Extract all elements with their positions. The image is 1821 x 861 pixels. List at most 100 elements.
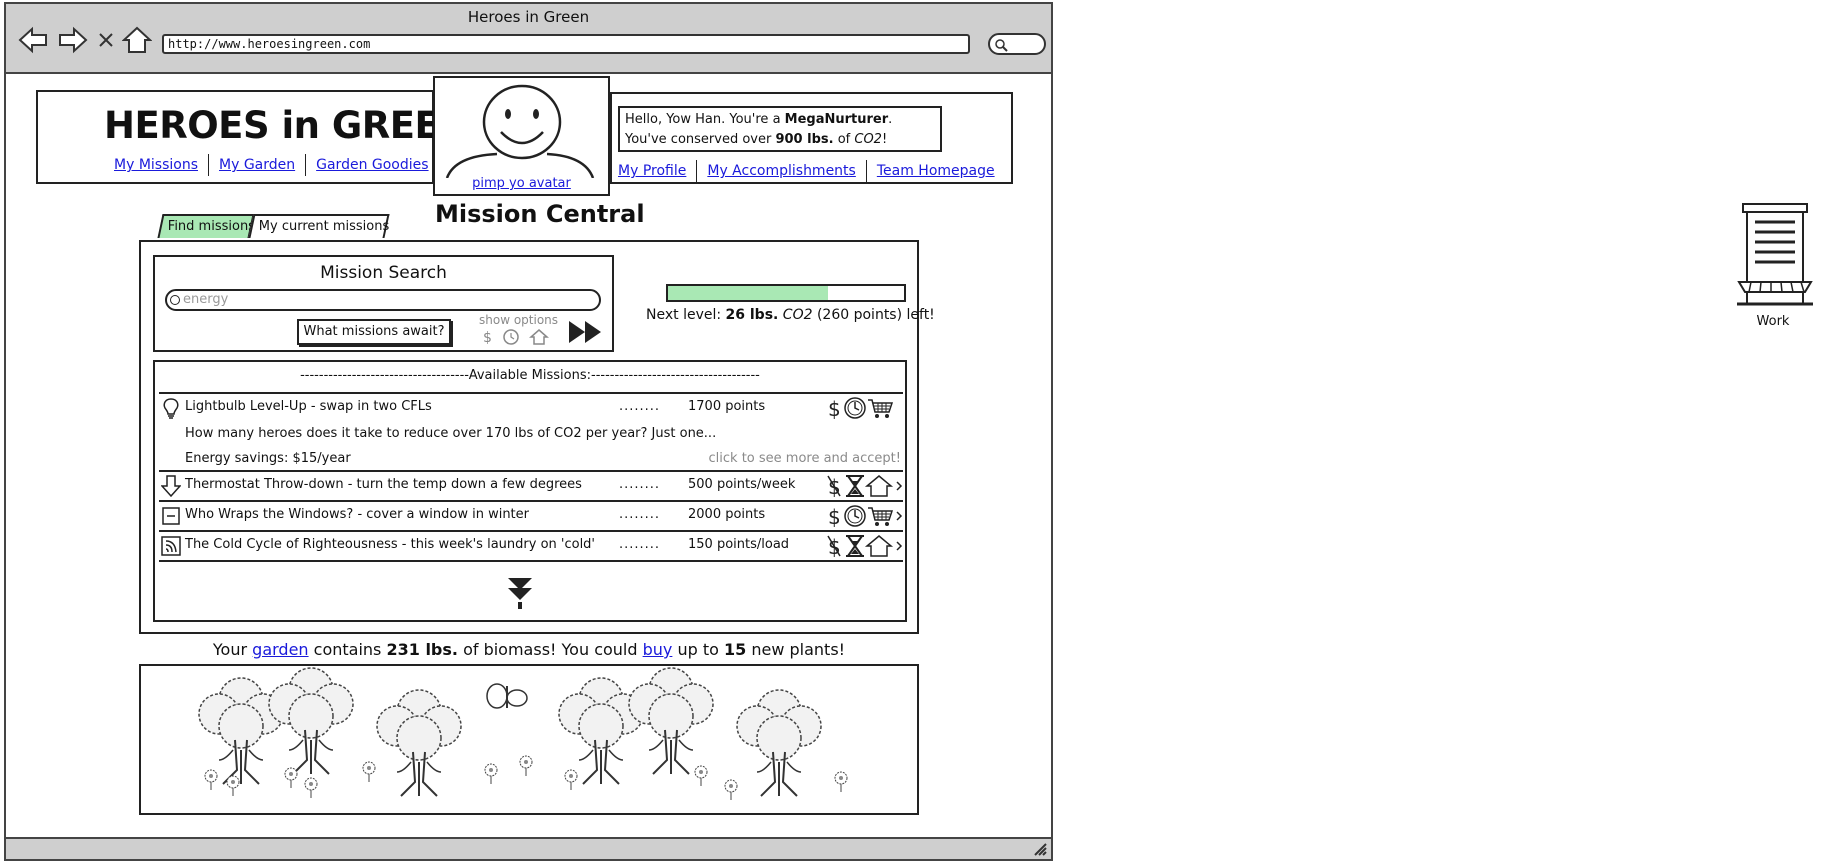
forward-arrow-icon[interactable] [58, 26, 88, 54]
tree-icon [376, 689, 462, 797]
browser-search-box[interactable] [988, 33, 1046, 55]
buy-link[interactable]: buy [643, 640, 673, 659]
mission-row[interactable]: Who Wraps the Windows? - cover a window … [159, 502, 903, 532]
resize-grip-icon[interactable] [1033, 842, 1047, 856]
site-title: HEROES in GREEN! [104, 104, 487, 147]
avatar[interactable]: pimp yo avatar [433, 76, 610, 196]
home-icon[interactable] [122, 26, 152, 54]
mission-search-input[interactable]: energy [165, 289, 601, 311]
tab-current-missions[interactable]: My current missions [248, 214, 390, 238]
conserved-amount: 900 lbs. [775, 132, 834, 147]
nav-team-homepage[interactable]: Team Homepage [877, 163, 995, 179]
garden-plants-count: 15 [724, 640, 747, 659]
mission-central-title: Mission Central [435, 200, 645, 228]
next-level-text: Next level: 26 lbs. CO2 (260 points) lef… [646, 307, 935, 323]
garden-link[interactable]: garden [252, 640, 308, 659]
flower-icon [304, 777, 318, 799]
show-options-toggle[interactable]: show options $ [479, 313, 559, 349]
garden-illustration [198, 667, 848, 801]
greeting-hello: Hello, Yow Han. You're a [625, 112, 785, 127]
mission-title: Who Wraps the Windows? - cover a window … [185, 507, 529, 522]
mission-row[interactable]: Thermostat Throw-down - turn the temp do… [159, 472, 903, 502]
mission-points: 2000 points [688, 507, 766, 522]
search-placeholder: energy [183, 292, 229, 307]
money-icon: $ [828, 505, 841, 528]
mission-dots: ........ [619, 399, 661, 414]
greeting-box: Hello, Yow Han. You're a MegaNurturer. Y… [618, 106, 942, 152]
chevron-right-icon [896, 541, 903, 551]
mission-title: The Cold Cycle of Righteousness - this w… [185, 537, 596, 552]
fast-forward-icon[interactable] [567, 319, 605, 345]
tree-icon [198, 677, 284, 785]
mission-dots: ........ [619, 507, 661, 522]
nav-my-profile[interactable]: My Profile [618, 163, 686, 179]
available-missions: ------------------------------------Avai… [153, 360, 907, 622]
window-icon [162, 507, 180, 525]
next-level-amount: 26 lbs. [725, 307, 779, 323]
site-header-left: HEROES in GREEN! My Missions My Garden Gar… [36, 90, 487, 184]
flower-icon [724, 779, 738, 801]
conserved-mid: of [833, 132, 855, 147]
avatar-face-icon [445, 84, 595, 178]
mission-search-box: Mission Search energy What missions awai… [153, 255, 614, 352]
profile-nav: My Profile My Accomplishments Team Homepag… [618, 160, 995, 182]
url-bar[interactable]: http://www.heroesingreen.com [162, 34, 970, 54]
mission-points: 150 points/load [688, 537, 790, 552]
mission-row[interactable]: The Cold Cycle of Righteousness - this w… [159, 532, 903, 562]
garden-text-4: up to [672, 640, 724, 659]
garden-biomass: 231 lbs. [386, 640, 458, 659]
tab-find-missions-label: Find missions [167, 219, 255, 234]
show-more-icon[interactable] [505, 576, 535, 610]
greeting-punct: . [888, 112, 893, 127]
nav-my-garden[interactable]: My Garden [219, 157, 295, 173]
mission-search-title: Mission Search [320, 263, 447, 283]
garden-text-5: new plants! [746, 640, 846, 659]
tree-icon [268, 667, 354, 775]
mission-description: How many heroes does it take to reduce o… [185, 426, 717, 441]
browser-titlebar: Heroes in Green http://www.heroesingreen… [6, 4, 1051, 74]
flower-icon [694, 765, 708, 787]
garden-summary: Your garden contains 231 lbs. of biomass… [139, 640, 919, 659]
back-arrow-icon[interactable] [18, 26, 48, 54]
garden-text-2: contains [308, 640, 387, 659]
chevron-right-icon [896, 481, 903, 491]
nav-garden-goodies[interactable]: Garden Goodies [316, 157, 428, 173]
mission-title: Thermostat Throw-down - turn the temp do… [185, 477, 582, 492]
work-building-icon[interactable] [1733, 200, 1813, 308]
home-icon [864, 535, 894, 557]
stop-icon[interactable] [96, 26, 116, 54]
conserved-unit: CO2 [854, 132, 882, 147]
pimp-avatar-link[interactable]: pimp yo avatar [435, 176, 608, 191]
laundry-icon [161, 536, 181, 556]
garden-text-1: Your [212, 640, 253, 659]
user-rank: MegaNurturer [784, 112, 889, 127]
home-icon [864, 475, 894, 497]
conserved-end: ! [881, 132, 888, 147]
window-title: Heroes in Green [467, 8, 590, 26]
level-progress-fill [668, 286, 829, 300]
search-submit-button[interactable]: What missions await? [297, 319, 451, 345]
tab-find-missions[interactable]: Find missions [157, 214, 255, 238]
mission-tags: $ [828, 397, 894, 420]
nav-my-accomplishments[interactable]: My Accomplishments [707, 163, 855, 179]
garden-text-3: of biomass! You could [457, 640, 643, 659]
next-level-unit: CO2 [778, 307, 813, 323]
work-label: Work [1756, 314, 1790, 329]
tab-current-missions-label: My current missions [258, 219, 390, 234]
mission-points: 1700 points [688, 399, 766, 414]
mission-dots: ........ [619, 477, 661, 492]
status-bar [6, 837, 1051, 859]
flower-icon [362, 761, 376, 783]
main-nav: My Missions My Garden Garden Goodies [114, 154, 429, 176]
next-level-suffix: (260 points) left! [812, 307, 935, 323]
site-header-right: Hello, Yow Han. You're a MegaNurturer. Y… [610, 92, 1013, 184]
flower-icon [564, 769, 578, 791]
nav-my-missions[interactable]: My Missions [114, 157, 198, 173]
mission-accept-link[interactable]: click to see more and accept! [709, 451, 901, 466]
mission-tags: $ [828, 505, 903, 528]
garden-view[interactable] [139, 664, 919, 815]
next-level-prefix: Next level: [646, 307, 726, 323]
mission-row[interactable]: Lightbulb Level-Up - swap in two CFLs ..… [159, 392, 903, 472]
filter-icons: $ [483, 329, 549, 346]
butterfly-icon [486, 683, 528, 709]
